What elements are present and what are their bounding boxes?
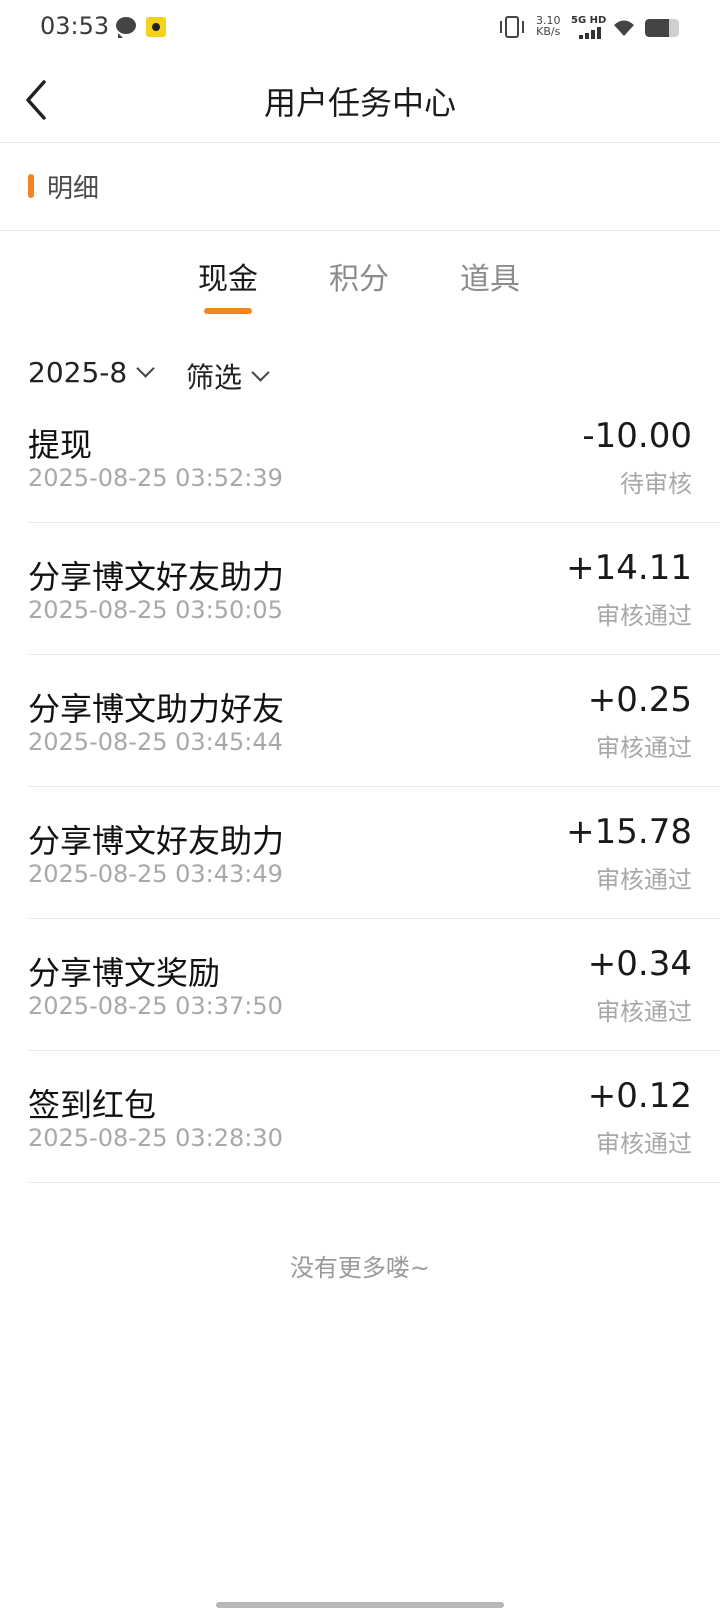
app-notification-icon <box>146 17 166 37</box>
list-item[interactable]: 分享博文奖励 2025-08-25 03:37:50 +0.34 审核通过 <box>28 944 720 1080</box>
chevron-down-icon <box>251 362 270 382</box>
battery-icon <box>645 19 679 37</box>
record-time: 2025-08-25 03:43:49 <box>28 860 283 888</box>
record-name: 分享博文好友助力 <box>28 822 285 860</box>
record-time: 2025-08-25 03:28:30 <box>28 1124 283 1152</box>
record-time: 2025-08-25 03:52:39 <box>28 464 283 492</box>
row-divider <box>28 654 720 655</box>
record-status: 待审核 <box>620 470 692 498</box>
page-title: 用户任务中心 <box>263 84 456 122</box>
record-time: 2025-08-25 03:45:44 <box>28 728 283 756</box>
record-amount: +0.12 <box>587 1076 692 1116</box>
message-icon <box>116 17 136 38</box>
tab-cash[interactable]: 现金 <box>168 254 288 298</box>
list-item[interactable]: 分享博文好友助力 2025-08-25 03:50:05 +14.11 审核通过 <box>28 548 720 684</box>
network-speed: 3.10 KB/s <box>536 15 561 37</box>
section-title: 明细 <box>47 174 100 204</box>
vibrate-icon <box>500 16 524 38</box>
list-item[interactable]: 分享博文助力好友 2025-08-25 03:45:44 +0.25 审核通过 <box>28 680 720 816</box>
network-speed-unit: KB/s <box>536 25 561 38</box>
header-divider <box>0 142 720 143</box>
record-amount: +14.11 <box>566 548 692 588</box>
status-time: 03:53 <box>40 12 110 40</box>
record-amount: +0.25 <box>587 680 692 720</box>
filter-dropdown[interactable]: 筛选 <box>186 356 270 396</box>
list-item[interactable]: 分享博文好友助力 2025-08-25 03:43:49 +15.78 审核通过 <box>28 812 720 948</box>
wifi-icon <box>614 20 634 36</box>
record-status: 审核通过 <box>596 998 692 1026</box>
record-name: 分享博文好友助力 <box>28 558 285 596</box>
record-time: 2025-08-25 03:50:05 <box>28 596 283 624</box>
signal-icon <box>579 27 607 39</box>
row-divider <box>28 1182 720 1183</box>
record-time: 2025-08-25 03:37:50 <box>28 992 283 1020</box>
tab-items[interactable]: 道具 <box>430 254 550 298</box>
record-amount: +0.34 <box>587 944 692 984</box>
home-indicator[interactable] <box>216 1602 504 1608</box>
month-picker-label: 2025-8 <box>28 356 128 389</box>
record-status: 审核通过 <box>596 602 692 630</box>
section-divider <box>0 230 720 231</box>
record-amount: -10.00 <box>582 416 692 456</box>
record-amount: +15.78 <box>566 812 692 852</box>
record-name: 签到红包 <box>28 1086 157 1124</box>
record-name: 提现 <box>28 426 93 464</box>
list-item[interactable]: 签到红包 2025-08-25 03:28:30 +0.12 审核通过 <box>28 1076 720 1212</box>
section-accent-bar <box>28 174 34 198</box>
record-status: 审核通过 <box>596 866 692 894</box>
row-divider <box>28 786 720 787</box>
chevron-down-icon <box>136 359 155 378</box>
month-picker[interactable]: 2025-8 <box>28 356 155 389</box>
record-name: 分享博文奖励 <box>28 954 221 992</box>
row-divider <box>28 1050 720 1051</box>
active-tab-indicator <box>204 308 252 314</box>
record-name: 分享博文助力好友 <box>28 690 285 728</box>
network-type: 5G HD <box>571 15 607 26</box>
no-more-text: 没有更多喽~ <box>289 1254 431 1282</box>
tab-points[interactable]: 积分 <box>299 254 419 298</box>
record-status: 审核通过 <box>596 1130 692 1158</box>
list-item[interactable]: 提现 2025-08-25 03:52:39 -10.00 待审核 <box>28 416 720 552</box>
record-status: 审核通过 <box>596 734 692 762</box>
row-divider <box>28 522 720 523</box>
filter-dropdown-label: 筛选 <box>186 361 243 394</box>
row-divider <box>28 918 720 919</box>
